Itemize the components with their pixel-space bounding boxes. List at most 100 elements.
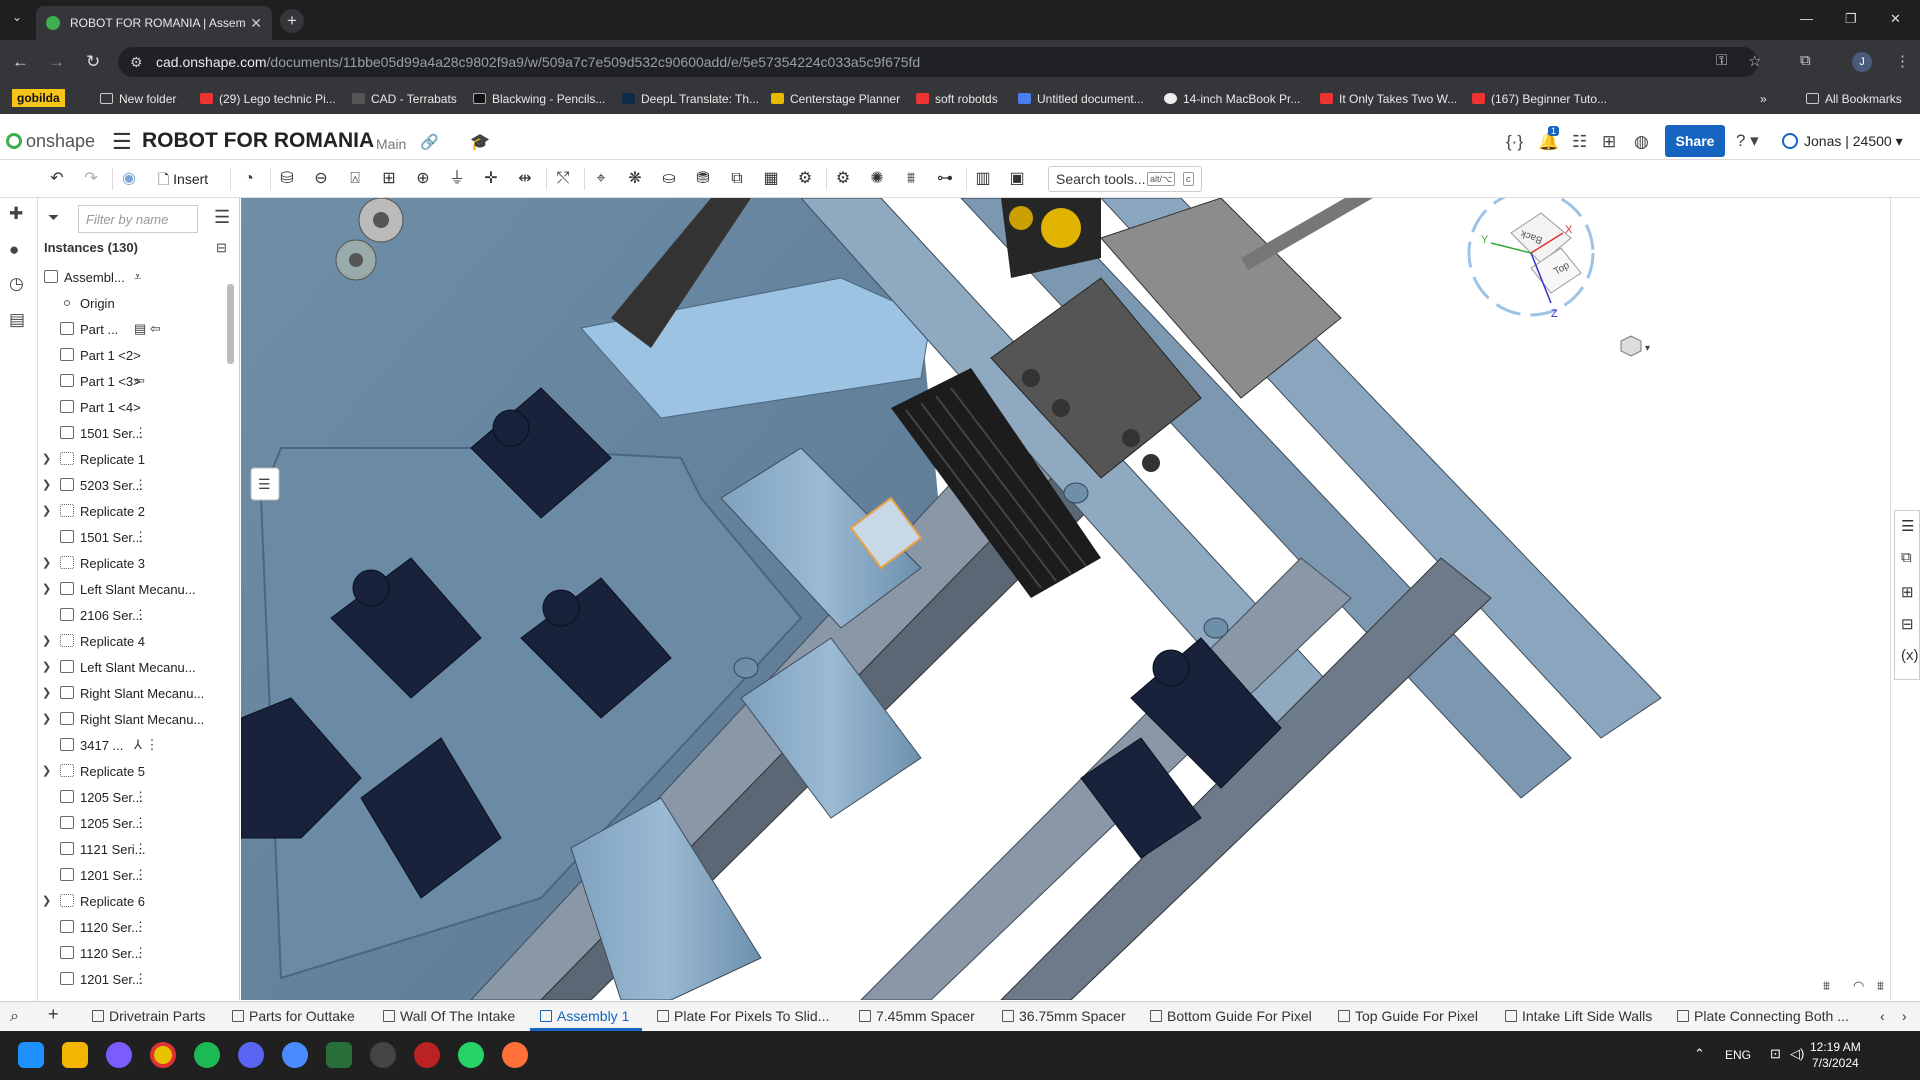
tree-item[interactable]: ❯ Left Slant Mecanu... bbox=[38, 576, 224, 602]
filter-by-name-input[interactable]: Filter by name bbox=[78, 205, 198, 233]
view-settings-icon[interactable]: ⩩ bbox=[1877, 978, 1884, 993]
release-list-icon[interactable]: ☷ bbox=[1572, 132, 1587, 152]
configurations-icon[interactable]: ⊞ bbox=[1901, 583, 1914, 601]
forward-arrow-icon[interactable]: → bbox=[48, 52, 65, 72]
expand-chevron-icon[interactable]: ❯ bbox=[42, 582, 51, 595]
tree-item[interactable]: ❯ Left Slant Mecanu... bbox=[38, 654, 224, 680]
tab-manager-search-icon[interactable]: ⌕ bbox=[10, 1008, 19, 1026]
tree-item[interactable]: ❯ Replicate 5 bbox=[38, 758, 224, 784]
document-tab[interactable]: Intake Lift Side Walls bbox=[1505, 1008, 1652, 1024]
cylindrical-mate-icon[interactable]: ⊕ bbox=[412, 168, 434, 190]
firefox-icon[interactable] bbox=[502, 1042, 528, 1068]
measure-icon[interactable]: ⊶ bbox=[934, 168, 956, 190]
expand-chevron-icon[interactable]: ❯ bbox=[42, 478, 51, 491]
bookmark-macbook[interactable]: 14-inch MacBook Pr... bbox=[1164, 92, 1300, 106]
list-view-icon[interactable]: ☰ bbox=[214, 207, 230, 228]
expand-chevron-icon[interactable]: ❯ bbox=[42, 452, 51, 465]
photos-icon[interactable] bbox=[326, 1042, 352, 1068]
browser-tab-active[interactable]: ROBOT FOR ROMANIA | Assem ✕ bbox=[36, 6, 272, 40]
redo-icon[interactable]: ↷ bbox=[80, 168, 102, 190]
tree-item-status-icon[interactable]: ⋮ bbox=[134, 919, 147, 935]
bookmark-beginner-tuto[interactable]: (167) Beginner Tuto... bbox=[1472, 92, 1607, 106]
bookmark-lego[interactable]: (29) Lego technic Pi... bbox=[200, 92, 336, 106]
tree-item[interactable]: 1205 Ser... ⋮ bbox=[38, 784, 224, 810]
windows-start-icon[interactable] bbox=[18, 1042, 44, 1068]
fastened-mate-icon[interactable]: ⛁ bbox=[276, 168, 298, 190]
branch-label[interactable]: Main bbox=[376, 136, 406, 152]
tree-item-status-icon[interactable]: ⋮ bbox=[134, 789, 147, 805]
filter-funnel-icon[interactable]: ⏷ bbox=[48, 209, 59, 226]
ball-mate-icon[interactable]: ✛ bbox=[480, 168, 502, 190]
help-icon[interactable]: ? ▾ bbox=[1736, 131, 1759, 151]
site-info-icon[interactable]: ⚙ bbox=[130, 47, 143, 77]
network-icon[interactable]: ⊡ bbox=[1770, 1046, 1781, 1062]
hamburger-menu-icon[interactable]: ☰ bbox=[112, 129, 132, 155]
bookmark-only-takes-two[interactable]: It Only Takes Two W... bbox=[1320, 92, 1457, 106]
bookmark-star-icon[interactable]: ☆ bbox=[1748, 52, 1761, 70]
parallel-mate-icon[interactable]: ⇹ bbox=[514, 168, 536, 190]
chrome-icon[interactable] bbox=[150, 1042, 176, 1068]
browser-menu-icon[interactable]: ⋮ bbox=[1895, 52, 1910, 70]
tree-item-status-icon[interactable]: ⋮ bbox=[134, 607, 147, 623]
bookmark-deepl[interactable]: DeepL Translate: Th... bbox=[622, 92, 759, 106]
comments-icon[interactable]: ● bbox=[9, 240, 19, 260]
bookmark-centerstage[interactable]: Centerstage Planner bbox=[771, 92, 900, 106]
document-title[interactable]: ROBOT FOR ROMANIA bbox=[142, 129, 374, 153]
bookmark-gobilda[interactable]: gobilda bbox=[12, 89, 65, 107]
profile-avatar[interactable]: J bbox=[1852, 52, 1872, 72]
back-arrow-icon[interactable]: ← bbox=[12, 52, 29, 72]
tree-item-status-icon[interactable]: ⋮ bbox=[134, 945, 147, 961]
document-tab[interactable]: Wall Of The Intake bbox=[383, 1008, 515, 1024]
undo-icon[interactable]: ↶ bbox=[46, 168, 68, 190]
appearance-icon[interactable]: ⧉ bbox=[1901, 549, 1912, 566]
whatsapp-icon[interactable] bbox=[458, 1042, 484, 1068]
panel-scrollbar-thumb[interactable] bbox=[227, 284, 234, 364]
tree-item[interactable]: ❯ Replicate 3 bbox=[38, 550, 224, 576]
tree-item-status-icon[interactable]: ⋮ bbox=[134, 425, 147, 441]
tree-item-status-icon[interactable]: ⋮ bbox=[134, 815, 147, 831]
share-button[interactable]: Share bbox=[1665, 125, 1725, 157]
extensions-puzzle-icon[interactable]: ⧉ bbox=[1800, 52, 1811, 69]
tabs-scroll-left-icon[interactable]: ‹ bbox=[1880, 1008, 1885, 1024]
planar-mate-icon[interactable]: ⊞ bbox=[378, 168, 400, 190]
tree-item-status-icon[interactable]: ⇦ bbox=[134, 373, 145, 389]
expand-chevron-icon[interactable]: ❯ bbox=[42, 634, 51, 647]
bookmark-new-folder[interactable]: New folder bbox=[100, 92, 176, 106]
tree-item[interactable]: ❯ Right Slant Mecanu... bbox=[38, 680, 224, 706]
expand-chevron-icon[interactable]: ❯ bbox=[42, 712, 51, 725]
bookmark-blackwing[interactable]: Blackwing - Pencils... bbox=[473, 92, 605, 106]
tree-item[interactable]: Origin bbox=[38, 290, 224, 316]
tree-item[interactable]: ❯ Replicate 4 bbox=[38, 628, 224, 654]
tree-item[interactable]: 1501 Ser... ⋮ bbox=[38, 420, 224, 446]
explode-view-icon[interactable]: ▥ bbox=[972, 168, 994, 190]
pin-slot-mate-icon[interactable]: ⏚ bbox=[446, 168, 468, 190]
tangent-relation-icon[interactable]: ⛀ bbox=[658, 168, 680, 190]
tree-item[interactable]: ❯ Replicate 1 bbox=[38, 446, 224, 472]
gear-icon[interactable]: ⚙ bbox=[832, 168, 854, 190]
new-folder-icon[interactable]: ⊟ bbox=[216, 240, 227, 256]
onshape-logo[interactable]: onshape bbox=[6, 131, 95, 152]
password-key-icon[interactable]: ⚿ bbox=[1716, 52, 1727, 69]
variables-icon[interactable]: {·} bbox=[1506, 132, 1523, 152]
expand-chevron-icon[interactable]: ❯ bbox=[42, 504, 51, 517]
tree-item[interactable]: 1501 Ser... ⋮ bbox=[38, 524, 224, 550]
tree-item[interactable]: Part 1 <4> bbox=[38, 394, 224, 420]
url-field[interactable]: ⚙ cad.onshape.com/documents/11bbe05d99a4… bbox=[118, 47, 1758, 77]
tree-item[interactable]: ❯ Replicate 6 bbox=[38, 888, 224, 914]
panel-scrollbar[interactable] bbox=[224, 278, 236, 978]
bookmark-cad-terrabats[interactable]: CAD - Terrabats bbox=[352, 92, 457, 106]
properties-icon[interactable]: ☰ bbox=[1901, 517, 1914, 535]
document-tab[interactable]: Plate Connecting Both ... bbox=[1677, 1008, 1849, 1024]
insert-button[interactable]: 🗋 Insert bbox=[158, 169, 208, 193]
tree-item[interactable]: 1120 Ser... ⋮ bbox=[38, 914, 224, 940]
replicate-icon[interactable]: ◔ bbox=[238, 168, 260, 190]
tree-item[interactable]: 3417 ... ⅄ ⋮ bbox=[38, 732, 224, 758]
document-tab[interactable]: 36.75mm Spacer bbox=[1002, 1008, 1126, 1024]
tree-item[interactable]: 1201 Ser... ⋮ bbox=[38, 862, 224, 888]
named-positions-icon[interactable]: ▣ bbox=[1006, 168, 1028, 190]
bookmark-all-bookmarks[interactable]: All Bookmarks bbox=[1806, 92, 1902, 106]
variable-table-icon[interactable]: (x) bbox=[1901, 647, 1919, 664]
tree-item-status-icon[interactable]: ⋮ bbox=[134, 971, 147, 987]
obs-icon[interactable] bbox=[370, 1042, 396, 1068]
tab-search-chevron-icon[interactable]: ⌄ bbox=[12, 10, 22, 24]
